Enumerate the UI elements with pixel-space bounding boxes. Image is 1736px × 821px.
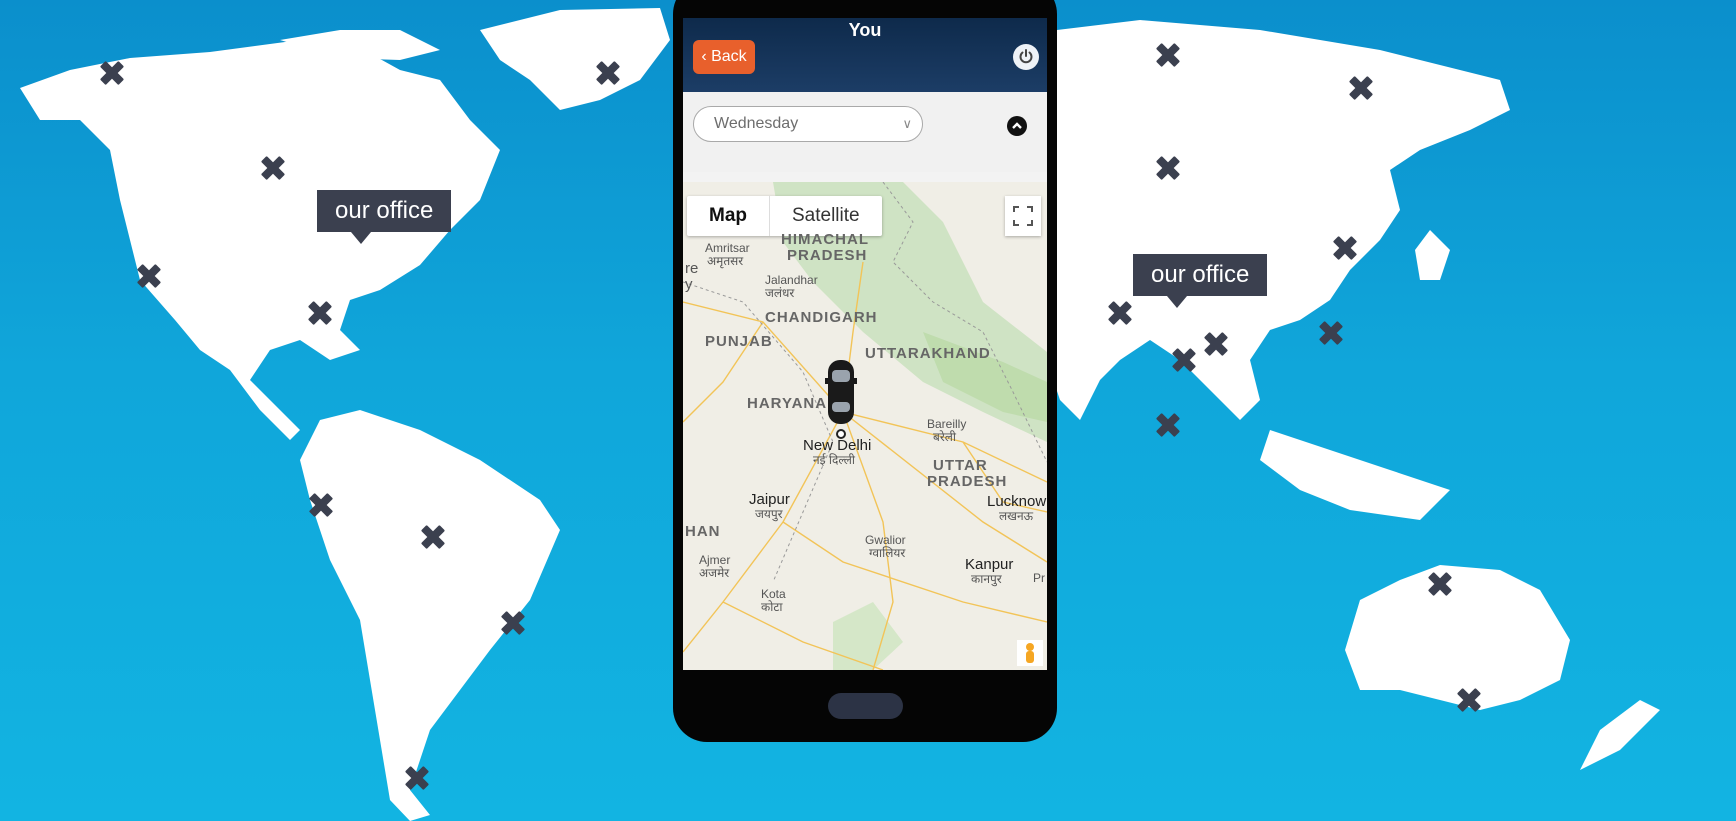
car-icon [825, 360, 857, 424]
map-label: नई दिल्ली [813, 453, 856, 467]
pegman-icon [1026, 643, 1034, 663]
map-label: Lucknow [987, 493, 1047, 510]
office-label: our office [1133, 254, 1268, 308]
fullscreen-icon [1013, 206, 1033, 226]
map-view[interactable]: Map Satellite HIMACHAL PRADESH Amritsar … [683, 182, 1047, 670]
japan [1415, 230, 1450, 280]
map-label: PUNJAB [705, 333, 773, 350]
map-label: Pr [1033, 571, 1045, 585]
office-label-text: our office [335, 197, 434, 224]
north-america [20, 40, 500, 440]
map-label: जलंधर [765, 286, 795, 300]
map-label: जयपुर [755, 507, 783, 521]
back-button-label: Back [711, 48, 747, 65]
map-label: HAN [685, 523, 721, 540]
chevron-up-icon [1012, 122, 1022, 129]
location-marker-icon [1151, 408, 1185, 442]
eurasia [1010, 20, 1510, 420]
map-label: UTTARAKHAND [865, 345, 991, 362]
app-header: You ‹ Back [683, 18, 1047, 92]
map-label: Kanpur [965, 556, 1014, 573]
map-label: बरेली [933, 430, 957, 444]
map-label: CHANDIGARH [765, 309, 878, 326]
map-label: re [685, 260, 699, 277]
power-icon [1019, 49, 1033, 64]
office-label-text: our office [1151, 261, 1250, 288]
location-marker-icon [303, 296, 337, 330]
map-label: अमृतसर [707, 254, 744, 268]
map-label: UTTAR [933, 457, 988, 474]
location-marker-icon [304, 488, 338, 522]
street-view-button[interactable] [1017, 640, 1043, 666]
location-marker-icon [1151, 151, 1185, 185]
location-dot-icon [836, 429, 846, 439]
location-marker-icon [132, 259, 166, 293]
office-label-pointer [351, 232, 371, 244]
map-label: New Delhi [803, 437, 872, 454]
location-marker-icon [591, 56, 625, 90]
collapse-button[interactable] [1007, 116, 1027, 136]
map-label: कानपुर [971, 572, 1002, 586]
map-label: कोटा [761, 600, 783, 614]
fullscreen-button[interactable] [1005, 196, 1041, 236]
location-marker-icon [95, 56, 129, 90]
location-marker-icon [1328, 231, 1362, 265]
filter-bar: Wednesday ∨ [683, 92, 1047, 172]
greenland [480, 8, 670, 110]
map-type-map-button[interactable]: Map [687, 196, 770, 236]
map-label: y [685, 276, 693, 293]
new-zealand [1580, 700, 1660, 770]
location-marker-icon [1199, 327, 1233, 361]
chevron-down-icon: ∨ [902, 116, 912, 131]
phone-home-button[interactable] [828, 693, 903, 719]
map-label: PRADESH [787, 247, 868, 264]
phone-screen: You ‹ Back Wednesday ∨ Map Satellite HIM… [683, 18, 1047, 670]
map-type-toggle: Map Satellite [687, 196, 882, 236]
day-select-value: Wednesday [714, 115, 799, 132]
location-marker-icon [1452, 683, 1486, 717]
location-marker-icon [1167, 343, 1201, 377]
day-select[interactable]: Wednesday ∨ [693, 106, 923, 142]
map-label: अजमेर [699, 566, 730, 580]
back-button[interactable]: ‹ Back [693, 40, 755, 74]
location-marker-icon [1314, 316, 1348, 350]
map-label: HIMACHAL [781, 231, 869, 248]
chevron-left-icon: ‹ [701, 48, 707, 65]
map-label: ग्वालियर [869, 546, 906, 560]
map-label: Jaipur [749, 491, 790, 508]
map-label: HARYANA [747, 395, 828, 412]
location-marker-icon [256, 151, 290, 185]
location-marker-icon [1151, 38, 1185, 72]
map-label: लखनऊ [999, 509, 1034, 523]
location-marker-icon [1423, 567, 1457, 601]
location-marker-icon [1103, 296, 1137, 330]
office-label: our office [317, 190, 452, 244]
office-label-pointer [1167, 296, 1187, 308]
location-marker-icon [400, 761, 434, 795]
location-marker-icon [496, 606, 530, 640]
power-button[interactable] [1013, 44, 1039, 70]
southeast-asia-islands [1260, 430, 1450, 520]
location-marker-icon [416, 520, 450, 554]
map-type-satellite-button[interactable]: Satellite [770, 196, 882, 236]
map-label: PRADESH [927, 473, 1008, 490]
page-title: You [848, 20, 882, 40]
location-marker-icon [1344, 71, 1378, 105]
